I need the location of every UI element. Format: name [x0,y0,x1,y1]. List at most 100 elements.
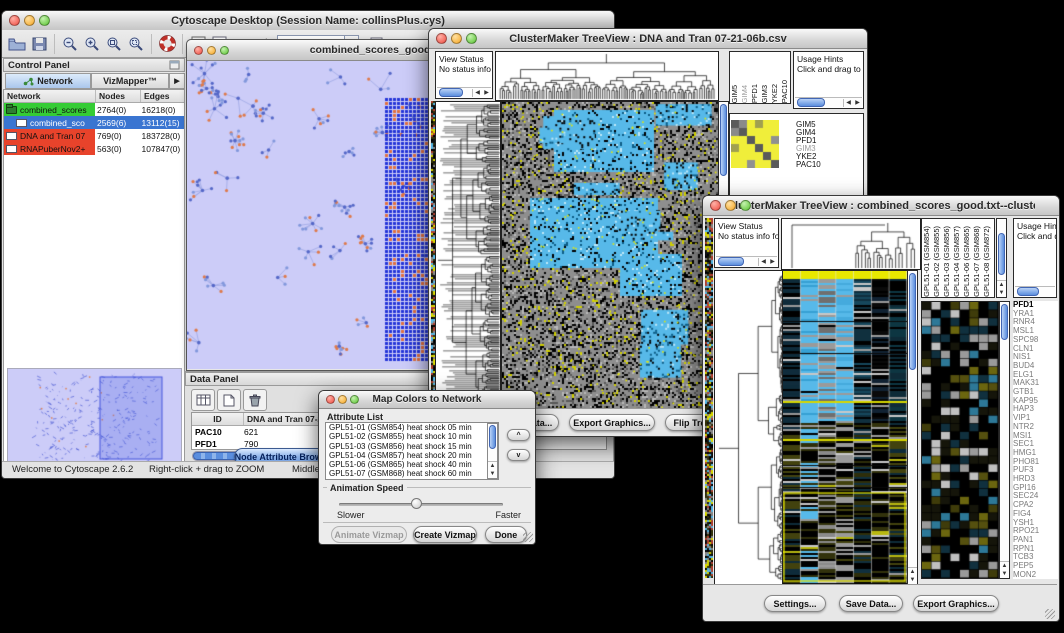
arrow-down-icon[interactable]: ▼ [997,289,1006,297]
arrow-right-icon[interactable]: ▶ [482,89,491,97]
column-label[interactable]: GPL51-01 (GSM854) [922,226,932,297]
arrow-up-icon[interactable]: ▲ [997,281,1006,289]
row-dendrogram-canvas[interactable] [435,101,501,411]
horizontal-scrollbar[interactable] [1015,286,1055,296]
scrollbar-thumb[interactable] [909,273,916,370]
close-icon[interactable] [436,33,447,44]
create-vizmap-button[interactable]: Create Vizmap [413,526,477,543]
animate-vizmap-button[interactable]: Animate Vizmap [331,526,407,543]
close-icon[interactable] [194,46,203,55]
vertical-scrollbar[interactable]: ▲▼ [907,270,918,585]
column-label[interactable]: GIM5 [730,85,740,103]
float-panel-icon[interactable] [169,60,180,70]
arrow-left-icon[interactable]: ◀ [473,89,482,97]
arrow-right-icon[interactable]: ▶ [768,258,777,266]
zoom-window-icon[interactable] [220,46,229,55]
horizontal-scrollbar[interactable]: ◀▶ [437,87,491,97]
horizontal-scrollbar[interactable]: ◀▶ [795,97,862,107]
column-dendrogram-canvas[interactable] [495,51,719,101]
zoom-selected-icon[interactable] [125,34,147,54]
arrow-up-icon[interactable]: ▲ [488,462,497,470]
minimize-icon[interactable] [24,15,35,26]
network-row[interactable]: combined_sco 2569(6) 13112(15) [4,116,184,129]
zoom-window-icon[interactable] [466,33,477,44]
zoom-out-icon[interactable] [59,34,81,54]
resize-grip[interactable] [1045,609,1055,619]
vertical-scrollbar[interactable]: ▲▼ [999,301,1010,579]
save-data-button[interactable]: Save Data... [839,595,903,612]
dialog-titlebar[interactable]: Map Colors to Network [319,391,535,409]
close-icon[interactable] [9,15,20,26]
column-label[interactable]: PFD1 [750,84,760,103]
vertical-scrollbar[interactable]: ▲▼ [487,423,498,479]
arrow-up-icon[interactable]: ▲ [1000,562,1009,570]
settings-button[interactable]: Settings... [764,595,826,612]
scrollbar-thumb[interactable] [1017,287,1039,296]
scrollbar-thumb[interactable] [718,257,744,266]
scrollbar-thumb[interactable] [1001,304,1008,340]
move-down-button[interactable]: v [507,449,530,461]
treeview1-titlebar[interactable]: ClusterMaker TreeView : DNA and Tran 07-… [429,29,867,49]
col-id[interactable]: ID [192,413,244,425]
arrow-up-icon[interactable]: ▲ [908,568,917,576]
column-label[interactable]: GPL51-07 (GSM868) [972,226,982,297]
tab-overflow-button[interactable]: ▶ [169,73,185,89]
column-label[interactable]: GIM3 [760,85,770,103]
scrollbar-thumb[interactable] [720,104,727,176]
scrollbar-thumb[interactable] [489,425,496,449]
treeview2-titlebar[interactable]: ClusterMaker TreeView : combined_scores_… [703,196,1059,216]
minimize-icon[interactable] [451,33,462,44]
col-nodes[interactable]: Nodes [96,90,141,102]
column-label[interactable]: PAC10 [780,80,790,103]
cluster-matrix-canvas[interactable] [731,120,779,168]
heatmap-canvas[interactable] [501,101,720,411]
zoom-window-icon[interactable] [350,395,359,404]
column-label[interactable]: GPL51-02 (GSM855) [932,226,942,297]
column-label[interactable]: GPL51-08 (GSM872) [982,226,992,297]
arrow-down-icon[interactable]: ▼ [908,576,917,584]
column-label[interactable]: GPL51-03 (GSM856) [942,226,952,297]
scrollbar-thumb[interactable] [998,233,1005,275]
scrollbar-arrows[interactable]: ▲▼ [1000,561,1009,578]
scrollbar-arrows[interactable]: ◀▶ [758,258,777,266]
attribute-list-item[interactable]: GPL51-01 (GSM854) heat shock 05 min [326,423,498,432]
attribute-list-item[interactable]: GPL51-06 (GSM865) heat shock 40 min [326,460,498,469]
heatmap-canvas[interactable] [782,270,908,585]
save-icon[interactable] [28,34,50,54]
column-label[interactable]: GPL51-06 (GSM865) [962,226,972,297]
arrow-down-icon[interactable]: ▼ [1000,570,1009,578]
scrollbar-arrows[interactable]: ◀▶ [843,99,862,107]
vertical-scrollbar[interactable]: ▲▼ [996,218,1007,298]
close-icon[interactable] [326,395,335,404]
network-overview-thumbnail[interactable] [7,368,182,465]
scrollbar-thumb[interactable] [439,88,463,97]
zoomed-heatmap-canvas[interactable] [921,301,999,579]
attribute-list-item[interactable]: GPL51-04 (GSM857) heat shock 20 min [326,451,498,460]
horizontal-scrollbar[interactable]: ◀▶ [716,256,777,266]
minimize-icon[interactable] [207,46,216,55]
arrow-right-icon[interactable]: ▶ [853,99,862,107]
export-graphics-button[interactable]: Export Graphics... [913,595,999,612]
trash-icon[interactable] [243,389,267,411]
col-network[interactable]: Network [4,90,96,102]
move-up-button[interactable]: ^ [507,429,530,441]
attribute-list-item[interactable]: GPL51-02 (GSM855) heat shock 10 min [326,432,498,441]
attribute-list-item[interactable]: GPL51-07 (GSM868) heat shock 60 min [326,469,498,478]
arrow-down-icon[interactable]: ▼ [488,470,497,478]
scrollbar-arrows[interactable]: ▲▼ [488,461,497,478]
open-file-icon[interactable] [6,34,28,54]
slider-thumb[interactable] [411,498,422,509]
zoom-in-icon[interactable] [81,34,103,54]
close-icon[interactable] [710,200,721,211]
network-row[interactable]: DNA and Tran 07 769(0) 183728(0) [4,129,184,142]
scrollbar-thumb[interactable] [797,98,825,107]
zoom-window-icon[interactable] [39,15,50,26]
minimize-icon[interactable] [725,200,736,211]
zoom-fit-icon[interactable] [103,34,125,54]
scrollbar-arrows[interactable]: ▲▼ [997,280,1006,297]
row-dendrogram-canvas[interactable] [714,270,784,585]
network-row[interactable]: combined_scores 2764(0) 16218(0) [4,103,184,116]
tab-network[interactable]: Network [5,73,91,89]
column-label[interactable]: GPL51-04 (GSM857) [952,226,962,297]
minimize-icon[interactable] [338,395,347,404]
